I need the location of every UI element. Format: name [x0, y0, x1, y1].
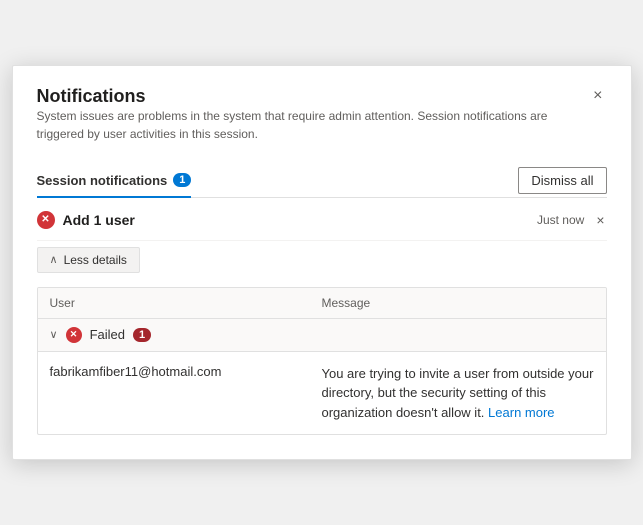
- notifications-dialog: Notifications System issues are problems…: [12, 65, 632, 461]
- session-notifications-tab[interactable]: Session notifications 1: [37, 165, 192, 198]
- chevron-up-icon: ∧: [50, 253, 58, 266]
- table-row: fabrikamfiber11@hotmail.com You are tryi…: [38, 352, 606, 435]
- learn-more-link[interactable]: Learn more: [488, 405, 554, 420]
- dialog-title-group: Notifications System issues are problems…: [37, 86, 590, 159]
- details-table: User Message ∨ Failed 1 fabrikamfiber11@…: [37, 287, 607, 436]
- table-group-row[interactable]: ∨ Failed 1: [38, 319, 606, 352]
- cell-message: You are trying to invite a user from out…: [322, 364, 594, 423]
- tab-label: Session notifications: [37, 173, 168, 188]
- group-error-icon: [66, 327, 82, 343]
- tab-badge: 1: [173, 173, 191, 187]
- error-icon: [37, 211, 55, 229]
- column-message-header: Message: [322, 296, 594, 310]
- details-toggle-button[interactable]: ∧ Less details: [37, 247, 140, 273]
- column-user-header: User: [50, 296, 322, 310]
- dialog-title: Notifications: [37, 86, 590, 107]
- cell-user: fabrikamfiber11@hotmail.com: [50, 364, 322, 379]
- dialog-close-button[interactable]: ×: [589, 86, 606, 106]
- notification-title: Add 1 user: [63, 212, 135, 228]
- dialog-header: Notifications System issues are problems…: [37, 86, 607, 159]
- dismiss-all-button[interactable]: Dismiss all: [518, 167, 606, 194]
- notification-timestamp: Just now: [537, 213, 584, 227]
- notification-dismiss-button[interactable]: ×: [594, 210, 606, 230]
- notification-right: Just now ×: [537, 210, 607, 230]
- notification-item: Add 1 user Just now ×: [37, 198, 607, 241]
- tabs-row: Session notifications 1 Dismiss all: [37, 165, 607, 198]
- dialog-subtitle: System issues are problems in the system…: [37, 107, 590, 143]
- group-label: Failed: [90, 327, 125, 342]
- notification-left: Add 1 user: [37, 211, 135, 229]
- group-count-badge: 1: [133, 328, 151, 342]
- chevron-down-icon: ∨: [50, 328, 58, 341]
- table-header: User Message: [38, 288, 606, 319]
- details-toggle-label: Less details: [64, 253, 127, 267]
